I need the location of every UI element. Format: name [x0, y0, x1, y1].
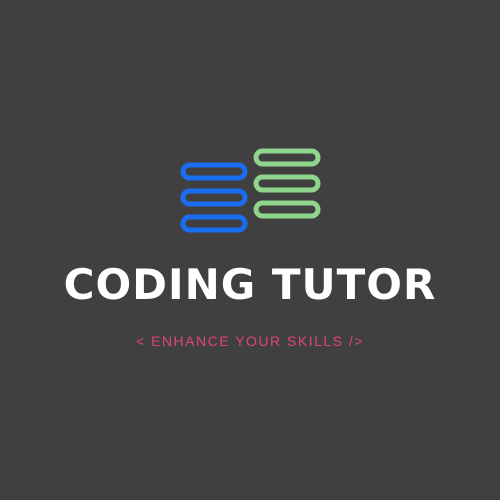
right-bar-2	[253, 174, 321, 193]
right-bar-3	[253, 200, 321, 219]
right-bar-1	[253, 148, 321, 167]
left-bar-1	[180, 162, 248, 181]
left-bar-3	[180, 214, 248, 233]
stacked-bars-logo-icon	[180, 148, 321, 233]
left-bar-2	[180, 188, 248, 207]
brand-name: CODING TUTOR	[63, 260, 437, 309]
tagline: < ENHANCE YOUR SKILLS />	[136, 333, 364, 349]
